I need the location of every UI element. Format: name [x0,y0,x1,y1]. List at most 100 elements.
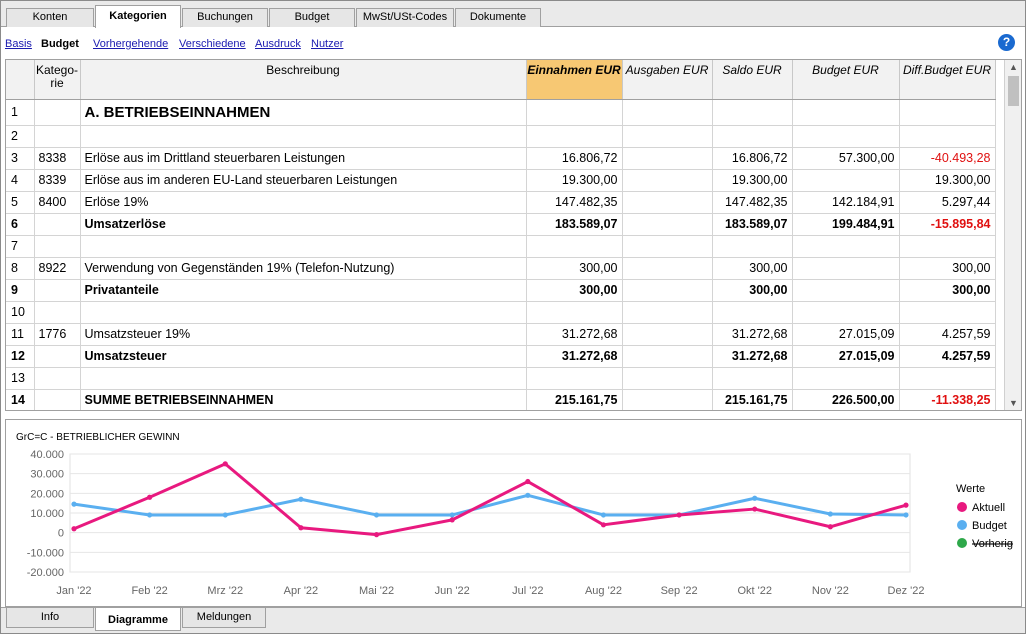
ausgaben-cell[interactable] [622,257,713,280]
ausgaben-cell[interactable] [622,345,713,368]
einnahmen-cell[interactable]: 300,00 [526,257,623,280]
col-header-ausgaben[interactable]: Ausgaben EUR [622,60,713,100]
table-row[interactable]: 3 8338 Erlöse aus im Drittland steuerbaren… [6,147,996,170]
ausgaben-cell[interactable] [622,235,713,258]
beschreibung-cell[interactable]: Verwendung von Gegenständen 19% (Telefon… [80,257,527,280]
tab-buchungen[interactable]: Buchungen [182,8,268,27]
kategorie-cell[interactable] [34,367,81,390]
einnahmen-cell[interactable]: 215.161,75 [526,389,623,410]
einnahmen-cell[interactable]: 31.272,68 [526,345,623,368]
saldo-cell[interactable] [712,99,793,126]
budget-cell[interactable] [792,257,900,280]
diff-budget-cell[interactable]: -11.338,25 [899,389,996,410]
diff-budget-cell[interactable]: -40.493,28 [899,147,996,170]
diff-budget-cell[interactable]: 5.297,44 [899,191,996,214]
table-row[interactable]: 1 A. BETRIEBSEINNAHMEN [6,99,996,126]
tab-mwst-ust-codes[interactable]: MwSt/USt-Codes [356,8,454,27]
table-row[interactable]: 14 SUMME BETRIEBSEINNAHMEN 215.161,75 215.1… [6,389,996,410]
table-row[interactable]: 7 [6,235,996,258]
diff-budget-cell[interactable]: 19.300,00 [899,169,996,192]
view-vorhergehende[interactable]: Vorhergehende [93,38,168,50]
table-row[interactable]: 12 Umsatzsteuer 31.272,68 31.272,68 27.015,0… [6,345,996,368]
einnahmen-cell[interactable]: 300,00 [526,279,623,302]
kategorie-cell[interactable]: 8400 [34,191,81,214]
table-row[interactable]: 4 8339 Erlöse aus im anderen EU-Land steue… [6,169,996,192]
saldo-cell[interactable]: 300,00 [712,279,793,302]
help-icon[interactable]: ? [998,34,1015,51]
kategorie-cell[interactable] [34,301,81,324]
budget-cell[interactable] [792,367,900,390]
table-row[interactable]: 9 Privatanteile 300,00 300,00 300,00 [6,279,996,302]
scroll-down-icon[interactable]: ▼ [1005,396,1021,410]
beschreibung-cell[interactable]: Umsatzsteuer 19% [80,323,527,346]
tab-kategorien[interactable]: Kategorien [95,5,181,28]
beschreibung-cell[interactable]: A. BETRIEBSEINNAHMEN [80,99,527,126]
beschreibung-cell[interactable] [80,301,527,324]
budget-cell[interactable]: 226.500,00 [792,389,900,410]
beschreibung-cell[interactable]: SUMME BETRIEBSEINNAHMEN [80,389,527,410]
budget-cell[interactable] [792,99,900,126]
view-verschiedene[interactable]: Verschiedene [179,38,246,50]
diff-budget-cell[interactable]: 4.257,59 [899,323,996,346]
diff-budget-cell[interactable]: -15.895,84 [899,213,996,236]
budget-cell[interactable] [792,301,900,324]
beschreibung-cell[interactable]: Umsatzsteuer [80,345,527,368]
budget-cell[interactable] [792,125,900,148]
saldo-cell[interactable]: 19.300,00 [712,169,793,192]
tab-meldungen[interactable]: Meldungen [182,608,266,628]
kategorie-cell[interactable] [34,213,81,236]
view-nutzer[interactable]: Nutzer [311,38,343,50]
budget-cell[interactable]: 57.300,00 [792,147,900,170]
einnahmen-cell[interactable] [526,367,623,390]
einnahmen-cell[interactable]: 31.272,68 [526,323,623,346]
einnahmen-cell[interactable]: 183.589,07 [526,213,623,236]
view-basis[interactable]: Basis [5,38,32,50]
kategorie-cell[interactable] [34,389,81,410]
diff-budget-cell[interactable]: 300,00 [899,279,996,302]
tab-konten[interactable]: Konten [6,8,94,27]
saldo-cell[interactable]: 300,00 [712,257,793,280]
ausgaben-cell[interactable] [622,279,713,302]
kategorie-cell[interactable] [34,235,81,258]
budget-cell[interactable] [792,235,900,258]
diff-budget-cell[interactable] [899,301,996,324]
ausgaben-cell[interactable] [622,301,713,324]
kategorie-cell[interactable] [34,345,81,368]
budget-cell[interactable]: 199.484,91 [792,213,900,236]
col-header-einnahmen[interactable]: Einnahmen EUR [526,60,623,100]
ausgaben-cell[interactable] [622,323,713,346]
table-row[interactable]: 8 8922 Verwendung von Gegenständen 19% (Te… [6,257,996,280]
col-header-diff-budget[interactable]: Diff.Budget EUR [899,60,996,100]
budget-cell[interactable] [792,169,900,192]
col-header-budget[interactable]: Budget EUR [792,60,900,100]
ausgaben-cell[interactable] [622,125,713,148]
table-row[interactable]: 5 8400 Erlöse 19% 147.482,35 147.482,35 142.1… [6,191,996,214]
saldo-cell[interactable] [712,125,793,148]
scroll-up-icon[interactable]: ▲ [1005,60,1021,74]
ausgaben-cell[interactable] [622,191,713,214]
beschreibung-cell[interactable]: Umsatzerlöse [80,213,527,236]
col-header-saldo[interactable]: Saldo EUR [712,60,793,100]
diff-budget-cell[interactable] [899,99,996,126]
kategorie-cell[interactable]: 1776 [34,323,81,346]
beschreibung-cell[interactable]: Erlöse aus im Drittland steuerbaren Leis… [80,147,527,170]
saldo-cell[interactable]: 183.589,07 [712,213,793,236]
saldo-cell[interactable]: 31.272,68 [712,323,793,346]
tab-info[interactable]: Info [6,608,94,628]
saldo-cell[interactable]: 31.272,68 [712,345,793,368]
saldo-cell[interactable] [712,367,793,390]
view-budget[interactable]: Budget [41,38,79,50]
view-ausdruck[interactable]: Ausdruck [255,38,301,50]
kategorie-cell[interactable] [34,99,81,126]
beschreibung-cell[interactable]: Privatanteile [80,279,527,302]
col-header-beschreibung[interactable]: Beschreibung [80,60,527,100]
kategorie-cell[interactable]: 8339 [34,169,81,192]
diff-budget-cell[interactable]: 300,00 [899,257,996,280]
kategorie-cell[interactable] [34,125,81,148]
ausgaben-cell[interactable] [622,367,713,390]
vertical-scrollbar[interactable]: ▲ ▼ [1004,60,1021,410]
saldo-cell[interactable] [712,301,793,324]
budget-cell[interactable]: 142.184,91 [792,191,900,214]
saldo-cell[interactable] [712,235,793,258]
einnahmen-cell[interactable] [526,125,623,148]
